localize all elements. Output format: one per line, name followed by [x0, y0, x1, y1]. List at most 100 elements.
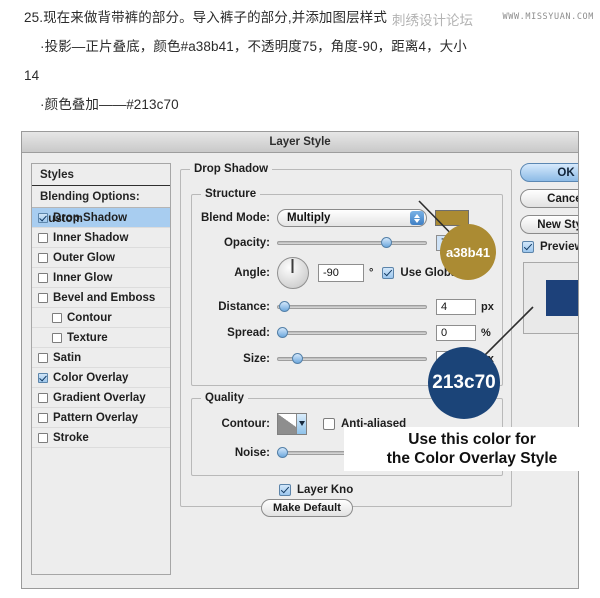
- effect-item-inner-glow[interactable]: Inner Glow: [32, 268, 170, 288]
- contour-preset-picker[interactable]: [277, 413, 307, 435]
- checkbox-preview[interactable]: [522, 241, 534, 253]
- slider-track: [277, 241, 427, 245]
- angle-needle: [292, 259, 294, 273]
- effect-item-bevel-and-emboss[interactable]: Bevel and Emboss: [32, 288, 170, 308]
- spread-row: Spread: 0 %: [198, 325, 491, 341]
- make-default-button[interactable]: Make Default: [261, 499, 353, 517]
- distance-unit: px: [481, 301, 494, 313]
- effect-item-texture[interactable]: Texture: [32, 328, 170, 348]
- layer-style-dialog: Layer Style Styles Blending Options: Cus…: [21, 131, 579, 589]
- effect-item-outer-glow[interactable]: Outer Glow: [32, 248, 170, 268]
- effect-item-satin[interactable]: Satin: [32, 348, 170, 368]
- slider-thumb[interactable]: [381, 237, 392, 248]
- checkbox-pattern-overlay[interactable]: [38, 412, 48, 423]
- opacity-slider[interactable]: [277, 236, 427, 250]
- annotation-badge-gold: a38b41: [440, 224, 496, 280]
- structure-group-title: Structure: [201, 188, 261, 200]
- blending-options-item[interactable]: Blending Options: Custom: [32, 186, 170, 225]
- angle-unit: °: [369, 267, 374, 279]
- checkbox-inner-shadow[interactable]: [38, 232, 48, 243]
- cancel-button[interactable]: Cancel: [520, 189, 578, 208]
- checkbox-bevel-and-emboss[interactable]: [38, 292, 48, 303]
- preview-color-swatch: [546, 280, 578, 316]
- effect-label: Stroke: [53, 431, 89, 444]
- quality-group-title: Quality: [201, 392, 248, 404]
- noise-label: Noise:: [234, 447, 270, 459]
- size-slider[interactable]: [277, 352, 427, 366]
- checkbox-contour[interactable]: [52, 312, 62, 323]
- blend-mode-label: Blend Mode:: [201, 212, 270, 224]
- checkbox-anti-aliased[interactable]: [323, 418, 335, 430]
- distance-slider[interactable]: [277, 300, 427, 314]
- checkbox-drop-shadow[interactable]: [38, 212, 48, 223]
- dialog-title: Layer Style: [269, 136, 331, 148]
- effect-label: Inner Glow: [53, 271, 113, 284]
- effect-item-pattern-overlay[interactable]: Pattern Overlay: [32, 408, 170, 428]
- slider-track: [277, 331, 427, 335]
- ok-button[interactable]: OK: [520, 163, 578, 182]
- slider-thumb[interactable]: [279, 301, 290, 312]
- effect-item-gradient-overlay[interactable]: Gradient Overlay: [32, 388, 170, 408]
- effect-label: Bevel and Emboss: [53, 291, 156, 304]
- checkbox-use-global-light[interactable]: [382, 267, 395, 279]
- effect-label: Inner Shadow: [53, 231, 129, 244]
- opacity-label: Opacity:: [223, 237, 270, 249]
- effect-item-color-overlay[interactable]: Color Overlay: [32, 368, 170, 388]
- preview-label: Preview: [540, 241, 578, 253]
- slider-thumb[interactable]: [292, 353, 303, 364]
- slider-track: [277, 305, 427, 309]
- layer-knockout-row[interactable]: Layer Kno: [279, 484, 353, 496]
- styles-list-header[interactable]: Styles: [32, 164, 170, 186]
- checkbox-stroke[interactable]: [38, 432, 48, 443]
- effect-label: Color Overlay: [53, 371, 129, 384]
- checkbox-gradient-overlay[interactable]: [38, 392, 48, 403]
- angle-input[interactable]: -90: [318, 264, 364, 282]
- effect-label: Texture: [67, 331, 108, 344]
- checkbox-color-overlay[interactable]: [38, 372, 48, 383]
- checkbox-satin[interactable]: [38, 352, 48, 363]
- size-label: Size:: [243, 353, 270, 365]
- tutorial-line-1: 25.现在来做背带裤的部分。导入裤子的部分,并添加图层样式: [24, 10, 387, 25]
- slider-thumb[interactable]: [277, 327, 288, 338]
- contour-dropdown-arrow-icon[interactable]: [296, 414, 306, 434]
- distance-row: Distance: 4 px: [198, 299, 494, 315]
- preview-row[interactable]: Preview: [522, 241, 578, 253]
- blend-mode-select[interactable]: Multiply: [277, 209, 427, 227]
- tutorial-line-4: ·颜色叠加——#213c70: [40, 97, 179, 112]
- spread-input[interactable]: 0: [436, 325, 476, 341]
- watermark-url: WWW.MISSYUAN.COM: [502, 12, 594, 22]
- tutorial-line-3: 14: [24, 68, 40, 83]
- checkbox-texture[interactable]: [52, 332, 62, 343]
- spread-slider[interactable]: [277, 326, 427, 340]
- effect-label: Contour: [67, 311, 112, 324]
- layer-knockout-label: Layer Kno: [297, 484, 354, 496]
- dialog-title-bar: Layer Style: [22, 132, 578, 153]
- callout-line-2: the Color Overlay Style: [386, 450, 558, 467]
- dialog-actions-panel: OK Cancel New Style. Preview: [520, 163, 578, 334]
- effect-item-stroke[interactable]: Stroke: [32, 428, 170, 448]
- new-style-button[interactable]: New Style.: [520, 215, 578, 234]
- preview-thumbnail: [523, 262, 578, 334]
- effect-label: Gradient Overlay: [53, 391, 146, 404]
- checkbox-layer-knockout[interactable]: [279, 484, 291, 496]
- checkbox-outer-glow[interactable]: [38, 252, 48, 263]
- slider-thumb[interactable]: [277, 447, 288, 458]
- effect-item-contour[interactable]: Contour: [32, 308, 170, 328]
- effect-item-inner-shadow[interactable]: Inner Shadow: [32, 228, 170, 248]
- effect-label: Drop Shadow: [53, 211, 128, 224]
- annotation-badge-gold-text: a38b41: [445, 244, 491, 260]
- drop-shadow-group-title: Drop Shadow: [190, 163, 273, 175]
- checkbox-inner-glow[interactable]: [38, 272, 48, 283]
- annotation-badge-blue-text: 213c70: [432, 372, 496, 393]
- callout-line-1: Use this color for: [408, 431, 536, 448]
- styles-list-panel: Styles Blending Options: Custom Drop Sha…: [31, 163, 171, 575]
- contour-label: Contour:: [221, 418, 270, 430]
- up-down-arrows-icon: [410, 211, 424, 225]
- annotation-badge-blue: 213c70: [428, 347, 500, 419]
- angle-dial[interactable]: [277, 257, 309, 289]
- effect-label: Pattern Overlay: [53, 411, 139, 424]
- tutorial-line-2: ·投影—正片叠底，颜色#a38b41，不透明度75，角度-90，距离4，大小: [40, 39, 467, 54]
- effect-label: Satin: [53, 351, 82, 364]
- distance-input[interactable]: 4: [436, 299, 476, 315]
- tutorial-text-block: 25.现在来做背带裤的部分。导入裤子的部分,并添加图层样式 ·投影—正片叠底，颜…: [0, 0, 600, 128]
